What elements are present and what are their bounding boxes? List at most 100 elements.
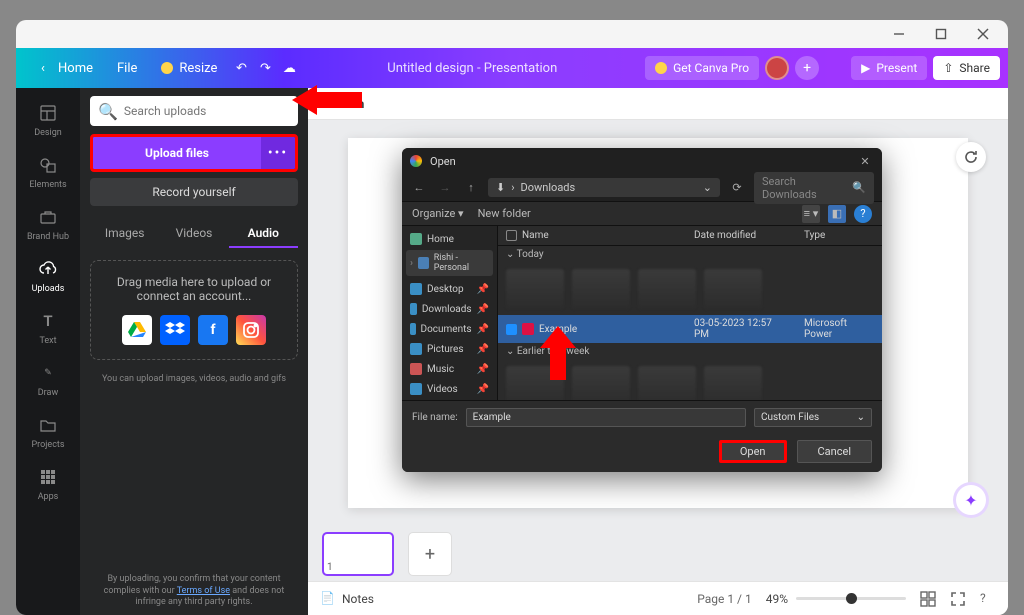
user-avatar[interactable] [765,56,789,80]
chevron-left-icon: ‹ [34,59,52,77]
add-page-button[interactable]: + [408,532,452,576]
file-preview[interactable] [638,269,696,309]
file-preview[interactable] [572,269,630,309]
zoom-level[interactable]: 49% [766,592,788,606]
shapes-icon [37,154,59,176]
col-date[interactable]: Date modified [686,226,796,245]
rail-elements[interactable]: Elements [16,146,80,198]
resize-button[interactable]: Resize [151,55,227,82]
tree-desktop[interactable]: Desktop📌 [406,280,493,298]
instagram-icon[interactable] [236,315,266,345]
group-earlier[interactable]: ⌄ Earlier this week [498,343,882,360]
zoom-slider[interactable] [796,597,906,600]
nav-up[interactable]: ↑ [462,181,480,194]
window-close[interactable] [962,20,1004,48]
notes-toggle[interactable]: 📄Notes [320,591,374,607]
file-preview[interactable] [572,366,630,400]
template-icon [37,102,59,124]
nav-back[interactable]: ← [410,181,428,194]
dialog-search[interactable]: Search Downloads🔍 [754,172,874,204]
document-title[interactable]: Untitled design - Presentation [307,61,637,76]
rail-apps[interactable]: Apps [16,458,80,510]
fullscreen-icon[interactable] [950,591,966,607]
col-type[interactable]: Type [796,226,882,245]
grid-view-icon[interactable] [920,591,936,607]
file-checkbox[interactable] [506,324,517,335]
rail-text[interactable]: TText [16,302,80,354]
dropbox-icon[interactable] [160,315,190,345]
position-toolbar[interactable]: Position [308,88,1008,120]
google-drive-icon[interactable] [122,315,152,345]
present-button[interactable]: ▶Present [851,56,927,80]
open-button[interactable]: Open [719,440,787,463]
upload-files-button[interactable]: Upload files [93,137,261,169]
rail-brand-hub[interactable]: Brand Hub [16,198,80,250]
upload-dropzone[interactable]: Drag media here to upload or connect an … [90,260,298,360]
file-preview[interactable] [638,366,696,400]
tree-home[interactable]: Home [406,230,493,248]
nav-forward[interactable]: → [436,181,454,194]
tab-images[interactable]: Images [90,220,159,248]
rail-projects[interactable]: Projects [16,406,80,458]
pin-icon: 📌 [477,364,489,375]
file-preview[interactable] [704,269,762,309]
get-pro-label: Get Canva Pro [673,61,749,75]
facebook-icon[interactable]: f [198,315,228,345]
path-bar[interactable]: ⬇›Downloads⌄ [488,178,720,197]
present-label: Present [876,61,917,75]
file-preview[interactable] [704,366,762,400]
tab-videos[interactable]: Videos [159,220,228,248]
tree-documents[interactable]: Documents📌 [406,320,493,338]
add-collaborator[interactable]: + [795,56,819,80]
filetype-select[interactable]: Custom Files⌄ [754,408,872,427]
tree-music[interactable]: Music📌 [406,360,493,378]
help-icon[interactable]: ? [854,205,872,223]
share-button[interactable]: ⇧Share [933,56,1000,80]
analytics-icon[interactable] [825,59,845,77]
dropzone-text-2: connect an account... [101,289,287,303]
refresh-button[interactable] [956,142,986,172]
thumbnail-page-1[interactable]: 1 [322,532,394,576]
file-preview[interactable] [506,269,564,309]
search-input[interactable] [124,104,290,118]
magic-button[interactable]: ✦ [956,485,986,515]
filename-input[interactable]: Example [466,408,746,427]
back-button[interactable]: ‹Home [24,53,103,83]
dialog-close[interactable]: ✕ [856,152,874,170]
col-name[interactable]: Name [522,230,549,241]
get-pro-button[interactable]: Get Canva Pro [645,56,759,80]
undo-button[interactable]: ↶ [231,59,251,77]
rail-uploads[interactable]: Uploads [16,250,80,302]
cancel-button[interactable]: Cancel [797,440,872,463]
filename-label: File name: [412,412,458,423]
redo-button[interactable]: ↷ [255,59,275,77]
rail-design[interactable]: Design [16,94,80,146]
select-all-checkbox[interactable] [506,230,517,241]
file-row-example[interactable]: Example 03-05-2023 12:57 PM Microsoft Po… [498,315,882,343]
terms-link[interactable]: Terms of Use [177,586,230,596]
view-mode-icon[interactable]: ≡ ▾ [802,205,820,223]
tree-pictures[interactable]: Pictures📌 [406,340,493,358]
search-uploads[interactable]: 🔍 [90,96,298,126]
page-indicator[interactable]: Page 1 / 1 [697,592,752,606]
preview-pane-icon[interactable]: ◧ [828,205,846,223]
cloud-status-icon[interactable]: ☁ [279,59,299,77]
new-folder-button[interactable]: New folder [478,207,531,220]
group-today[interactable]: ⌄ Today [498,246,882,263]
window-minimize[interactable] [878,20,920,48]
file-type: Microsoft Power [796,315,882,343]
tab-audio[interactable]: Audio [229,220,298,248]
organize-menu[interactable]: Organize ▾ [412,207,464,220]
help-icon[interactable]: ? [980,591,996,607]
file-preview[interactable] [506,366,564,400]
rail-draw[interactable]: ✎Draw [16,354,80,406]
file-menu[interactable]: File [107,55,147,82]
refresh-icon[interactable]: ⟳ [728,181,746,194]
upload-more-button[interactable]: ••• [261,137,295,169]
tree-downloads[interactable]: Downloads📌 [406,300,493,318]
record-yourself-button[interactable]: Record yourself [90,178,298,206]
window-maximize[interactable] [920,20,962,48]
tree-videos[interactable]: Videos📌 [406,380,493,398]
share-label: Share [959,61,990,75]
tree-personal[interactable]: ›Rishi - Personal [406,250,493,276]
